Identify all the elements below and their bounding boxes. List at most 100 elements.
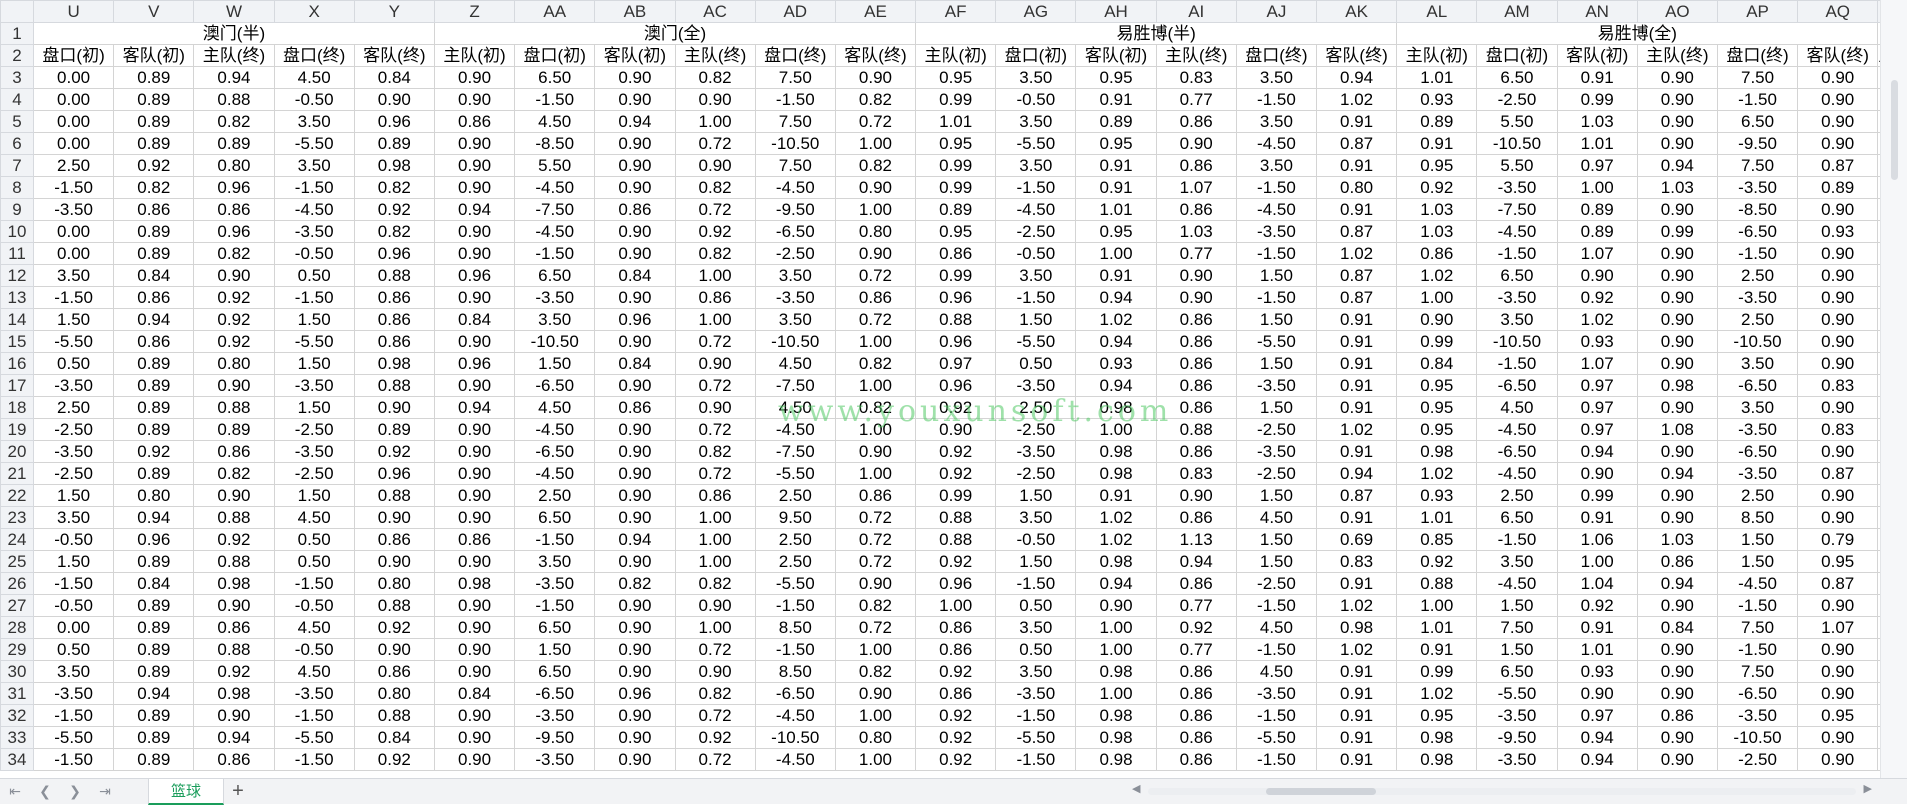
cell[interactable]: 0.86 (1396, 242, 1478, 265)
cell[interactable]: 3.50 (995, 110, 1077, 133)
row-number[interactable]: 31 (0, 682, 34, 705)
cell[interactable]: 0.95 (1075, 220, 1157, 243)
cell[interactable]: 6.50 (1476, 506, 1558, 529)
cell[interactable]: 3.50 (995, 506, 1077, 529)
cell[interactable]: 0.90 (433, 286, 516, 309)
column-header[interactable]: AA (514, 0, 596, 23)
cell[interactable]: 5.50 (1476, 154, 1558, 177)
cell[interactable]: 0.89 (1797, 176, 1879, 199)
cell[interactable]: 0.98 (1075, 462, 1157, 485)
cell[interactable]: 0.88 (353, 594, 435, 617)
cell[interactable]: 0.91 (1315, 154, 1398, 177)
cell[interactable]: -5.50 (754, 572, 836, 595)
group-header-cell[interactable]: 澳门(半) (33, 22, 435, 45)
cell[interactable]: 0.90 (1636, 66, 1718, 89)
column-header[interactable]: AK (1315, 0, 1398, 23)
cell[interactable]: 0.90 (1155, 132, 1237, 155)
cell[interactable]: 1.00 (674, 110, 756, 133)
cell[interactable]: 0.82 (834, 154, 917, 177)
cell[interactable]: 0.91 (1075, 264, 1157, 287)
cell[interactable]: 0.96 (113, 528, 195, 551)
cell[interactable]: 0.90 (1636, 638, 1718, 661)
cell[interactable]: -2.50 (995, 462, 1077, 485)
cell[interactable]: -1.50 (1716, 594, 1799, 617)
cell[interactable]: 3.50 (1235, 154, 1318, 177)
cell[interactable]: 0.94 (1556, 726, 1638, 749)
prev-sheet-icon[interactable]: ❮ (30, 780, 60, 804)
cell[interactable]: 0.88 (193, 638, 275, 661)
cell[interactable]: -10.50 (754, 330, 836, 353)
cell[interactable]: 0.90 (1797, 660, 1879, 683)
cell[interactable]: 0.72 (674, 748, 756, 771)
cell[interactable]: 1.00 (834, 638, 917, 661)
cell[interactable]: -1.50 (1716, 242, 1799, 265)
cell[interactable]: 0.90 (1636, 440, 1718, 463)
cell[interactable]: 0.90 (834, 66, 917, 89)
cell[interactable]: 0.69 (1315, 528, 1398, 551)
cell[interactable]: -2.50 (32, 418, 115, 441)
cell[interactable]: -4.50 (754, 748, 836, 771)
cell[interactable]: -6.50 (1716, 374, 1799, 397)
cell[interactable]: 0.89 (113, 242, 195, 265)
cell[interactable]: 0.91 (1315, 352, 1398, 375)
cell[interactable]: 0.86 (1155, 396, 1237, 419)
cell[interactable]: 1.50 (1235, 264, 1318, 287)
cell[interactable]: -4.50 (754, 418, 836, 441)
cell[interactable]: 0.90 (1797, 264, 1879, 287)
spreadsheet-grid[interactable]: U V W X Y Z AA AB AC AD AE AF AG AH AI AJ AK AL AM AN AO AP AQ… (0, 0, 1880, 771)
cell[interactable]: 0.92 (193, 308, 275, 331)
cell[interactable]: 3.50 (995, 264, 1077, 287)
cell[interactable]: -5.50 (1476, 682, 1558, 705)
cell[interactable]: 0.89 (113, 220, 195, 243)
cell[interactable]: 0.84 (113, 572, 195, 595)
header-cell[interactable]: 盘口(初) (995, 44, 1077, 67)
cell[interactable]: -10.50 (1476, 330, 1558, 353)
row-number[interactable]: 3 (0, 66, 34, 89)
cell[interactable]: 0.86 (1155, 308, 1237, 331)
cell[interactable]: 2.50 (754, 550, 836, 573)
cell[interactable]: 0.98 (353, 154, 435, 177)
cell[interactable]: 1.00 (674, 264, 756, 287)
cell[interactable]: 0.90 (193, 704, 275, 727)
cell[interactable]: 1.01 (1396, 506, 1478, 529)
cell[interactable]: 0.90 (433, 660, 516, 683)
cell[interactable]: 0.72 (674, 132, 756, 155)
cell[interactable]: 0.91 (1315, 748, 1398, 771)
cell[interactable]: -1.50 (754, 88, 836, 111)
cell[interactable]: -1.50 (1235, 176, 1318, 199)
cell[interactable]: 4.50 (273, 66, 355, 89)
cell[interactable]: 0.82 (193, 462, 275, 485)
header-cell[interactable]: 盘口(终) (754, 44, 836, 67)
cell[interactable]: 0.96 (915, 572, 997, 595)
cell[interactable]: -3.50 (514, 572, 596, 595)
cell[interactable]: 0.90 (1075, 594, 1157, 617)
cell[interactable]: -4.50 (1235, 198, 1318, 221)
row-number[interactable]: 6 (0, 132, 34, 155)
header-cell[interactable]: 客队(初) (594, 44, 676, 67)
cell[interactable]: 0.95 (1396, 418, 1478, 441)
cell[interactable]: 0.92 (1556, 594, 1638, 617)
cell[interactable]: 0.90 (353, 506, 435, 529)
cell[interactable]: 0.86 (674, 286, 756, 309)
cell[interactable]: -1.50 (32, 176, 115, 199)
cell[interactable]: 0.91 (1315, 308, 1398, 331)
cell[interactable]: -6.50 (1476, 374, 1558, 397)
cell[interactable]: 0.90 (193, 374, 275, 397)
cell[interactable]: 0.84 (1636, 616, 1718, 639)
column-header[interactable]: Z (433, 0, 516, 23)
cell[interactable]: 0.90 (1797, 330, 1879, 353)
cell[interactable]: 3.50 (995, 660, 1077, 683)
cell[interactable]: 0.82 (834, 396, 917, 419)
cell[interactable]: 0.88 (1396, 572, 1478, 595)
cell[interactable]: 0.99 (915, 484, 997, 507)
cell[interactable]: 0.50 (32, 638, 115, 661)
row-number[interactable]: 34 (0, 748, 34, 771)
cell[interactable]: 0.92 (915, 660, 997, 683)
cell[interactable]: 0.98 (433, 572, 516, 595)
cell[interactable]: 0.89 (113, 726, 195, 749)
column-header[interactable]: AF (915, 0, 997, 23)
cell[interactable]: 0.50 (995, 594, 1077, 617)
cell[interactable]: 0.91 (1556, 616, 1638, 639)
cell[interactable]: -1.50 (273, 286, 355, 309)
cell[interactable]: -2.50 (1716, 748, 1799, 771)
